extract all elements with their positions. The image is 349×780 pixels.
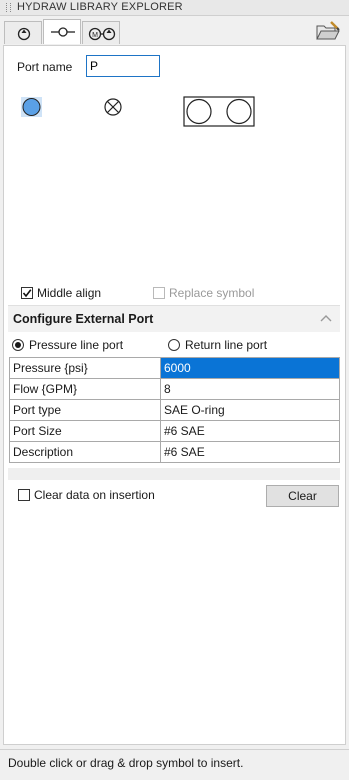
svg-text:M: M [92, 32, 98, 39]
table-footer-bar [8, 468, 340, 480]
property-key: Pressure {psi} [9, 357, 161, 379]
property-value[interactable]: #6 SAE [160, 441, 340, 463]
table-row[interactable]: Port type SAE O-ring [9, 399, 340, 421]
property-key: Port Size [9, 420, 161, 442]
property-key: Flow {GPM} [9, 378, 161, 400]
return-line-port-label: Return line port [185, 338, 268, 352]
radio-selected-dot [15, 342, 21, 348]
property-value[interactable]: #6 SAE [160, 420, 340, 442]
tab-motor-pump[interactable]: M [82, 21, 120, 44]
port-name-input[interactable] [86, 55, 160, 77]
middle-align-label: Middle align [37, 286, 102, 300]
title-bar: HYDRAW LIBRARY EXPLORER [0, 0, 349, 16]
property-value[interactable]: 8 [160, 378, 340, 400]
table-row[interactable]: Pressure {psi} 6000 [9, 357, 340, 379]
table-row[interactable]: Port Size #6 SAE [9, 420, 340, 442]
clear-data-label: Clear data on insertion [34, 488, 155, 502]
tab-port[interactable] [43, 19, 81, 44]
drag-grip-icon[interactable] [6, 3, 11, 12]
table-row[interactable]: Description #6 SAE [9, 441, 340, 463]
port-symbol-icon [51, 27, 75, 37]
pressure-line-port-radio[interactable] [12, 339, 24, 351]
section-title: Configure External Port [13, 312, 154, 326]
window-title: HYDRAW LIBRARY EXPLORER [17, 1, 183, 13]
tab-strip: M [0, 16, 349, 45]
property-value[interactable]: SAE O-ring [160, 399, 340, 421]
status-text: Double click or drag & drop symbol to in… [8, 756, 244, 770]
open-folder-icon[interactable] [315, 20, 341, 42]
motor-pump-symbol-icon: M [88, 27, 116, 41]
double-port-icon[interactable] [183, 96, 256, 127]
chevron-up-icon[interactable] [320, 314, 332, 322]
status-bar: Double click or drag & drop symbol to in… [0, 749, 349, 780]
configure-external-port-header[interactable]: Configure External Port [8, 305, 340, 332]
clear-data-checkbox[interactable] [18, 489, 30, 501]
return-line-port-radio[interactable] [168, 339, 180, 351]
port-properties-table: Pressure {psi} 6000 Flow {GPM} 8 Port ty… [9, 357, 340, 463]
replace-symbol-checkbox[interactable] [153, 287, 165, 299]
tab-pump[interactable] [4, 21, 42, 44]
port-name-label: Port name [17, 60, 73, 74]
checkmark-icon [22, 289, 32, 298]
property-key: Port type [9, 399, 161, 421]
plugged-port-icon[interactable] [102, 96, 124, 118]
property-value[interactable]: 6000 [160, 357, 340, 379]
pump-symbol-icon [17, 27, 31, 41]
replace-symbol-label: Replace symbol [169, 286, 255, 300]
table-row[interactable]: Flow {GPM} 8 [9, 378, 340, 400]
property-key: Description [9, 441, 161, 463]
pressure-line-port-label: Pressure line port [29, 338, 124, 352]
filled-circle-port-icon[interactable] [20, 96, 44, 118]
middle-align-checkbox[interactable] [21, 287, 33, 299]
clear-button[interactable]: Clear [266, 485, 339, 507]
